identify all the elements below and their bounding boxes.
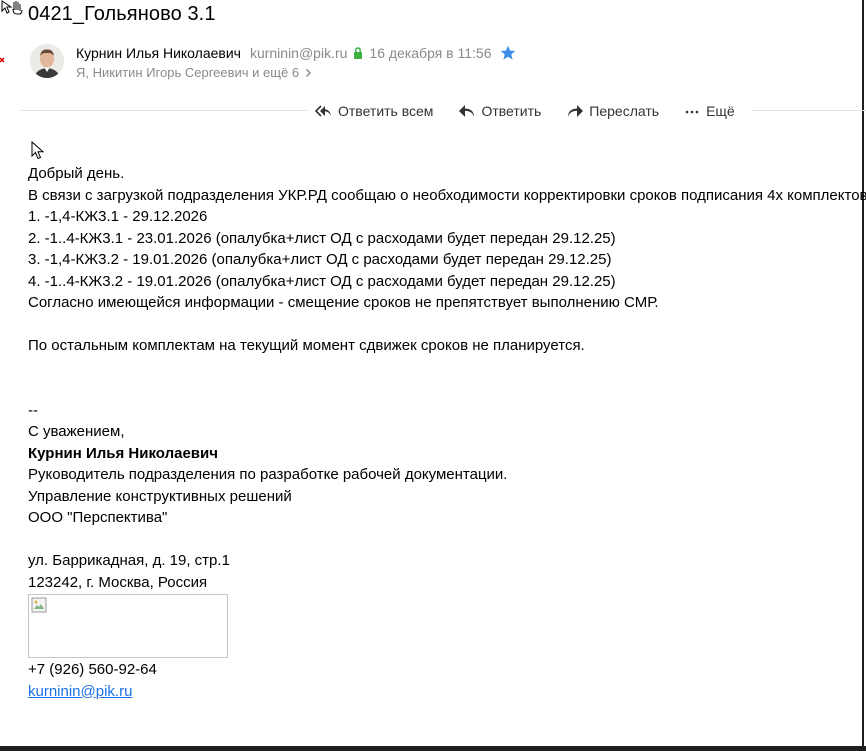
hand-cursor-icon <box>1 0 23 15</box>
signature-company: ООО "Перспектива" <box>28 509 168 526</box>
note-text: Согласно имеющейся информации - смещение… <box>28 294 659 311</box>
star-icon[interactable] <box>500 45 516 61</box>
signature-broken-image <box>28 594 228 658</box>
mouse-pointer-icon <box>31 141 45 160</box>
list-item: 1. -1,4-КЖ3.1 - 29.12.2026 <box>28 208 208 225</box>
more-label: Ещё <box>706 103 735 119</box>
email-subject: 0421_Гольяново 3.1 <box>28 3 216 25</box>
forward-icon <box>568 105 584 117</box>
red-cross-icon <box>0 57 5 63</box>
list-item: 3. -1,4-КЖ3.2 - 19.01.2026 (опалубка+лис… <box>28 251 612 268</box>
list-item: 4. -1..4-КЖ3.2 - 19.01.2026 (опалубка+ли… <box>28 272 616 290</box>
signature-name: Курнин Илья Николаевич <box>28 444 218 462</box>
note-text-2: По остальным комплектам на текущий момен… <box>28 337 585 354</box>
toolbar-divider-left <box>20 110 308 111</box>
reply-all-icon <box>315 105 331 117</box>
signature-department: Управление конструктивных решений <box>28 487 292 505</box>
broken-image-icon <box>31 597 47 613</box>
greeting: Добрый день. <box>28 165 125 182</box>
signature-phone: +7 (926) 560-92-64 <box>28 661 157 678</box>
lock-icon <box>354 47 363 59</box>
sender-name[interactable]: Курнин Илья Николаевич <box>76 45 241 61</box>
signature-address-1: ул. Баррикадная, д. 19, стр.1 <box>28 552 230 569</box>
signature-regards: С уважением, <box>28 423 125 440</box>
message-toolbar: Ответить всем Ответить Переслать Ещё <box>312 101 735 121</box>
toolbar-divider-right <box>752 110 866 111</box>
reply-all-label: Ответить всем <box>338 103 434 119</box>
sender-line: Курнин Илья Николаевич kurninin@pik.ru 1… <box>76 45 516 61</box>
list-item: 2. -1..4-КЖ3.1 - 23.01.2026 (опалубка+ли… <box>28 229 616 247</box>
chevron-right-icon <box>306 68 312 77</box>
forward-label: Переслать <box>589 103 660 119</box>
recipients-text: Я, Никитин Игорь Сергеевич и ещё 6 <box>76 65 300 80</box>
recipients-line[interactable]: Я, Никитин Игорь Сергеевич и ещё 6 <box>76 65 312 80</box>
reply-label: Ответить <box>481 103 542 119</box>
forward-button[interactable]: Переслать <box>566 103 659 119</box>
reply-button[interactable]: Ответить <box>458 103 541 119</box>
window-frame-bottom <box>0 746 866 751</box>
sender-email[interactable]: kurninin@pik.ru <box>250 45 347 61</box>
email-body: Добрый день. В связи с загрузкой подразд… <box>28 163 866 702</box>
reply-icon <box>459 105 475 117</box>
signature-email-link[interactable]: kurninin@pik.ru <box>28 683 132 700</box>
more-dots-icon <box>685 110 699 114</box>
signature-separator: -- <box>28 401 38 419</box>
email-date: 16 декабря в 11:56 <box>369 45 492 61</box>
sender-avatar[interactable] <box>30 44 64 78</box>
intro-text: В связи с загрузкой подразделения УКР.РД… <box>28 186 866 204</box>
signature-position: Руководитель подразделения по разработке… <box>28 466 508 483</box>
more-button[interactable]: Ещё <box>685 103 735 119</box>
reply-all-button[interactable]: Ответить всем <box>315 103 433 119</box>
signature-address-2: 123242, г. Москва, Россия <box>28 573 208 591</box>
